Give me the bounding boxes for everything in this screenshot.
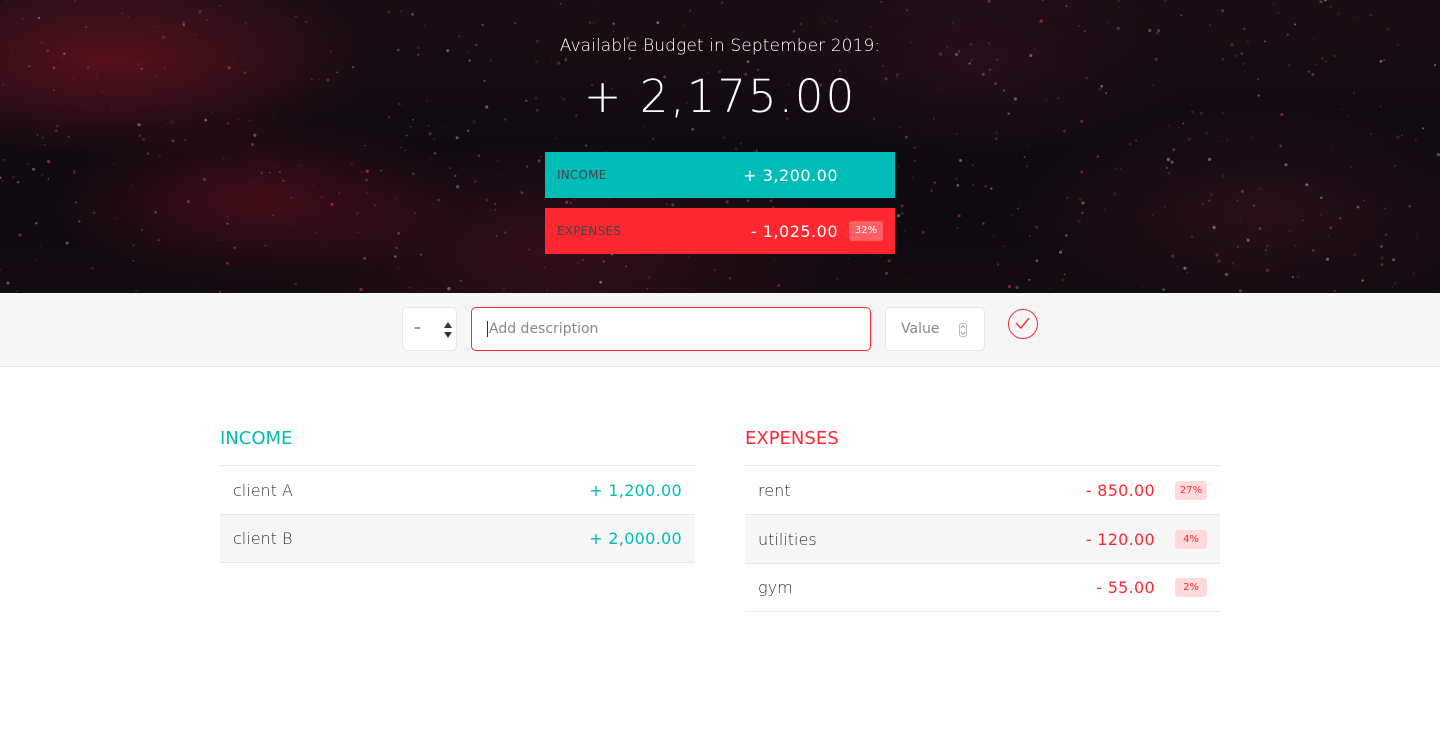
item-percentage-badge: 27% xyxy=(1175,480,1207,500)
expenses-percentage-badge: 32% xyxy=(849,221,883,241)
type-select[interactable]: – xyxy=(402,307,457,351)
expense-item[interactable]: rent - 850.00 27% xyxy=(745,465,1220,514)
budget-summary: Available Budget in September 2019: + 2,… xyxy=(545,0,895,254)
income-summary-label: Income xyxy=(557,168,607,182)
income-list: Income client A + 1,200.00 client B + 2,… xyxy=(220,428,695,563)
value-input[interactable]: Value xyxy=(885,307,985,351)
income-summary: Income + 3,200.00 xyxy=(545,152,895,198)
description-placeholder: Add description xyxy=(489,321,599,337)
number-spinner-icon[interactable] xyxy=(959,323,967,337)
item-value: - 120.00 xyxy=(1085,529,1155,549)
expense-item[interactable]: utilities - 120.00 4% xyxy=(745,514,1220,563)
item-percentage-badge: 4% xyxy=(1175,529,1207,549)
income-summary-value: + 3,200.00 xyxy=(743,165,838,185)
expense-items: rent - 850.00 27% utilities - 120.00 4% … xyxy=(745,465,1220,612)
item-value: - 850.00 xyxy=(1085,480,1155,500)
expenses-summary-value: - 1,025.00 xyxy=(750,221,838,241)
text-caret xyxy=(487,321,488,337)
item-percentage-badge: 2% xyxy=(1175,578,1207,597)
income-items: client A + 1,200.00 client B + 2,000.00 xyxy=(220,465,695,563)
item-description: client B xyxy=(233,529,293,548)
type-select-value: – xyxy=(414,320,421,336)
income-list-title: Income xyxy=(220,428,293,449)
value-placeholder: Value xyxy=(901,321,940,337)
expenses-summary-label: Expenses xyxy=(557,224,622,238)
expenses-list-title: Expenses xyxy=(745,428,839,449)
item-value: - 55.00 xyxy=(1096,578,1155,597)
item-value: + 1,200.00 xyxy=(589,480,682,500)
item-description: gym xyxy=(758,578,793,597)
select-arrows-icon xyxy=(444,322,452,338)
item-value: + 2,000.00 xyxy=(589,529,682,548)
description-input[interactable]: Add description xyxy=(471,307,871,351)
income-item[interactable]: client A + 1,200.00 xyxy=(220,465,695,514)
item-description: client A xyxy=(233,480,293,500)
expenses-list: Expenses rent - 850.00 27% utilities - 1… xyxy=(745,428,1220,612)
budget-title: Available Budget in September 2019: xyxy=(559,36,881,56)
budget-header: Available Budget in September 2019: + 2,… xyxy=(0,0,1440,293)
expenses-summary: Expenses - 1,025.00 32% xyxy=(545,208,895,254)
add-item-button[interactable] xyxy=(1008,309,1038,339)
item-description: utilities xyxy=(758,529,817,549)
income-item[interactable]: client B + 2,000.00 xyxy=(220,514,695,563)
budget-value: + 2,175.00 xyxy=(583,70,857,123)
expense-item[interactable]: gym - 55.00 2% xyxy=(745,563,1220,612)
checkmark-icon xyxy=(1015,318,1030,329)
item-description: rent xyxy=(758,480,791,500)
add-item-bar: – Add description Value xyxy=(0,293,1440,367)
